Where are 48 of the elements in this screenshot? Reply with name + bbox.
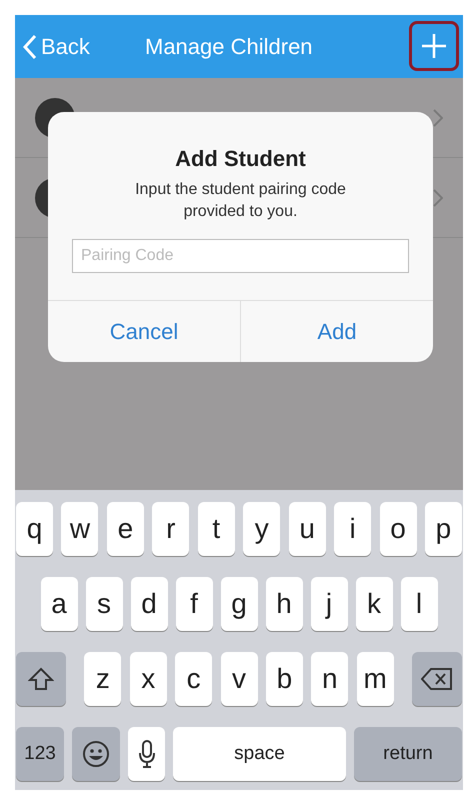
cancel-button[interactable]: Cancel — [48, 301, 240, 362]
microphone-icon — [138, 739, 156, 769]
letter-key[interactable]: i — [334, 502, 372, 556]
shift-icon — [28, 667, 54, 691]
letter-key[interactable]: v — [220, 652, 258, 706]
letter-key[interactable]: t — [198, 502, 235, 556]
letter-key[interactable]: r — [152, 502, 190, 556]
delete-key[interactable] — [412, 652, 462, 706]
letter-key[interactable]: x — [130, 652, 167, 706]
letter-key[interactable]: e — [106, 502, 144, 556]
letter-key[interactable]: l — [400, 577, 438, 631]
letter-key[interactable]: q — [16, 502, 53, 556]
letter-key[interactable]: w — [61, 502, 98, 556]
letter-key[interactable]: n — [311, 652, 348, 706]
letter-key[interactable]: y — [243, 502, 280, 556]
shift-key[interactable] — [16, 652, 66, 706]
dictation-key[interactable] — [128, 727, 165, 781]
letter-key[interactable]: b — [266, 652, 303, 706]
dialog-message: Input the student pairing code provided to you. — [134, 180, 347, 222]
letter-key[interactable]: m — [356, 652, 394, 706]
backspace-icon — [421, 668, 453, 690]
letter-key[interactable]: d — [130, 577, 168, 631]
letter-key[interactable]: s — [86, 577, 122, 631]
pairing-code-field[interactable]: Pairing Code — [72, 239, 409, 273]
chevron-right-icon — [433, 108, 443, 126]
space-key[interactable]: space — [173, 727, 346, 781]
smiley-icon — [82, 740, 110, 768]
letter-key[interactable]: p — [424, 502, 462, 556]
chevron-right-icon — [433, 188, 443, 206]
letter-key[interactable]: h — [266, 577, 302, 631]
screen-title: Manage Children — [145, 33, 313, 61]
plus-icon — [420, 32, 448, 60]
add-button[interactable] — [409, 21, 459, 71]
dialog-title: Add Student — [174, 145, 307, 173]
add-confirm-button[interactable]: Add — [240, 301, 433, 362]
emoji-key[interactable] — [72, 727, 120, 781]
letter-key[interactable]: c — [175, 652, 212, 706]
chevron-left-icon — [23, 34, 37, 60]
letter-key[interactable]: o — [380, 502, 416, 556]
letter-key[interactable]: j — [310, 577, 348, 631]
letter-key[interactable]: f — [176, 577, 212, 631]
letter-key[interactable]: a — [40, 577, 78, 631]
return-key[interactable]: return — [354, 727, 462, 781]
numbers-key[interactable]: 123 — [16, 727, 64, 781]
letter-key[interactable]: u — [288, 502, 326, 556]
letter-key[interactable]: g — [220, 577, 258, 631]
letter-key[interactable]: z — [84, 652, 122, 706]
letter-key[interactable]: k — [356, 577, 392, 631]
